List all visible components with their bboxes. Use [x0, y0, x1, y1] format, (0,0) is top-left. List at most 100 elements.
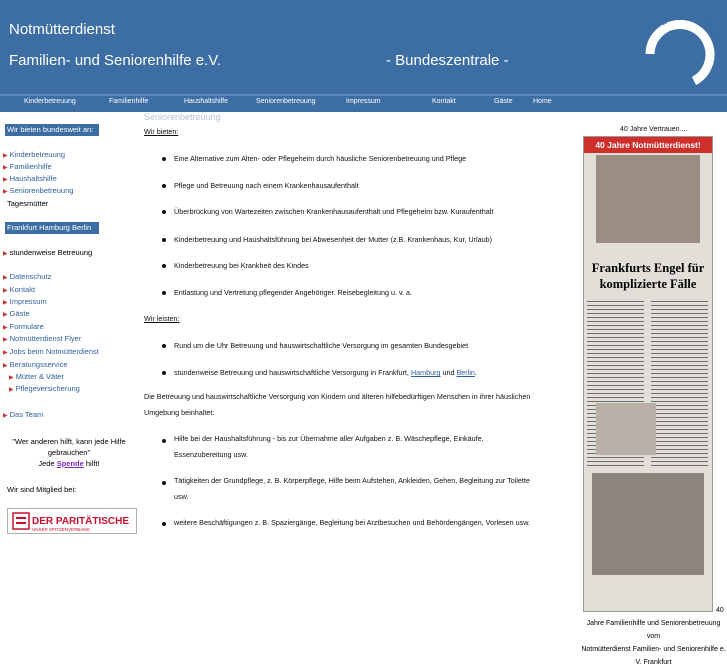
sidebar-link-flyer[interactable]: ▶ Notmütterdienst Flyer: [3, 334, 81, 343]
aside-caption: Jahre Familienhilfe und Seniorenbetreuun…: [581, 620, 726, 666]
sidebar-link-formulare[interactable]: ▶ Formulare: [3, 322, 44, 331]
site-header: Notmütterdienst Familien- und Seniorenhi…: [0, 0, 727, 94]
news-text-column: [651, 301, 708, 467]
anniversary-aside: 40 Jahre Vertrauen.... 40 Jahre Notmütte…: [580, 112, 727, 666]
news-headline: Frankfurts Engel für: [591, 261, 705, 275]
bullet-icon: [162, 238, 166, 242]
nav-familienhilfe[interactable]: Familienhilfe: [109, 98, 148, 105]
arrow-right-icon: ▶: [3, 251, 8, 257]
bullet-icon: [162, 344, 166, 348]
news-photo: [596, 403, 656, 455]
news-photo: [592, 473, 704, 575]
bullet-icon: [162, 439, 166, 443]
newspaper-clipping-image[interactable]: 40 Jahre Notmütterdienst! Frankfurts Eng…: [583, 136, 713, 612]
arrow-right-icon: ▶: [3, 312, 8, 318]
offer-item: Pflege und Betreuung nach einem Krankenh…: [174, 181, 359, 190]
main-content: Seniorenbetreuung Wir bieten: Eine Alter…: [143, 112, 577, 545]
aside-title: 40 Jahre Vertrauen....: [620, 126, 688, 133]
nav-haushaltshilfe[interactable]: Haushaltshilfe: [184, 98, 228, 105]
arrow-right-icon: ▶: [3, 350, 8, 356]
sidebar-link-datenschutz[interactable]: ▶ Datenschutz: [3, 272, 51, 281]
offer-item: Eine Alternative zum Alten- oder Pflegeh…: [174, 154, 467, 163]
sidebar-link-gaeste[interactable]: ▶ Gäste: [3, 309, 30, 318]
bullet-icon: [162, 184, 166, 188]
quote-line: Jede Spende hilft!: [38, 459, 100, 468]
org-tagline: - Bundeszentrale -: [386, 52, 509, 69]
notmuetterdienst-logo[interactable]: NOTMÜTTERDIENST: [636, 10, 721, 90]
paritaetische-logo[interactable]: DER PARITÄTISCHE UNSER SPITZENVERBAND: [7, 508, 137, 534]
org-name: Notmütterdienst: [9, 21, 115, 38]
sidebar-link-team[interactable]: ▶ Das Team: [3, 410, 43, 419]
sidebar-heading-cities: Frankfurt Hamburg Berlin: [5, 222, 99, 234]
arrow-right-icon: ▶: [3, 300, 8, 306]
spende-link[interactable]: Spende: [57, 459, 84, 468]
arrow-right-icon: ▶: [3, 165, 8, 171]
quote-line: "Wer anderen hilft, kann jede Hilfe: [12, 437, 126, 446]
sidebar-tagesmuetter: Tagesmütter: [7, 199, 49, 208]
link-berlin[interactable]: Berlin: [457, 368, 475, 377]
bullet-icon: [162, 157, 166, 161]
arrow-right-icon: ▶: [3, 153, 8, 159]
include-item: Tätigkeiten der Grundpflege, z. B. Körpe…: [174, 476, 530, 501]
membership-label: Wir sind Mitglied bei:: [7, 485, 77, 494]
include-item: weitere Beschäftigungen z. B. Spaziergän…: [174, 518, 531, 527]
bullet-icon: [162, 210, 166, 214]
offer-item: Entlastung und Vertretung pflegender Ang…: [174, 288, 413, 297]
org-subtitle: Familien- und Seniorenhilfe e.V.: [9, 52, 222, 69]
donation-quote: "Wer anderen hilft, kann jede Hilfe gebr…: [4, 436, 134, 469]
services-label: Wir leisten:: [144, 314, 180, 323]
intro-paragraph: Die Betreuung und hauswirtschaftliche Ve…: [144, 392, 531, 417]
arrow-right-icon: ▶: [3, 177, 8, 183]
arrow-right-icon: ▶: [9, 375, 14, 381]
offer-item: Überbrückung von Wartezeiten zwischen Kr…: [174, 207, 494, 216]
quote-line: gebrauchen": [47, 448, 91, 457]
arrow-right-icon: ▶: [3, 413, 8, 419]
logo-graphic: NOTMÜTTERDIENST: [645, 11, 720, 85]
arrow-right-icon: ▶: [3, 325, 8, 331]
bullet-icon: [162, 481, 166, 485]
sidebar-link-seniorenbetreuung[interactable]: ▶ Seniorenbetreuung: [3, 186, 73, 195]
paritaet-sub-text: UNSER SPITZENVERBAND: [32, 527, 91, 532]
bullet-icon: [162, 522, 166, 526]
offer-item: Kinderbetreuung bei Krankheit des Kindes: [174, 261, 309, 270]
nav-seniorenbetreuung[interactable]: Seniorenbetreuung: [256, 98, 316, 105]
bullet-icon: [162, 291, 166, 295]
sidebar-link-haushaltshilfe[interactable]: ▶ Haushaltshilfe: [3, 174, 57, 183]
service-item: Rund um die Uhr Betreuung und hauswirtsc…: [174, 341, 469, 350]
offer-item: Kinderbetreuung und Haushaltsführung bei…: [174, 235, 493, 244]
sidebar-link-familienhilfe[interactable]: ▶ Familienhilfe: [3, 162, 52, 171]
sidebar-link-jobs[interactable]: ▶ Jobs beim Notmütterdienst: [3, 347, 99, 356]
arrow-right-icon: ▶: [3, 275, 8, 281]
paritaetische-graphic: DER PARITÄTISCHE UNSER SPITZENVERBAND: [12, 512, 129, 532]
service-item: stundenweise Betreuung und hauswirtschaf…: [174, 368, 477, 377]
sidebar-sublink-pflegeversicherung[interactable]: ▶ Pflegeversicherung: [9, 384, 80, 393]
arrow-right-icon: ▶: [3, 288, 8, 294]
nav-kinderbetreuung[interactable]: Kinderbetreuung: [24, 98, 76, 105]
sidebar-stundenweise: ▶ stundenweise Betreuung: [3, 248, 93, 257]
paritaet-main-text: DER PARITÄTISCHE: [32, 514, 129, 527]
nav-kontakt[interactable]: Kontakt: [432, 98, 456, 105]
arrow-right-icon: ▶: [3, 337, 8, 343]
arrow-right-icon: ▶: [3, 189, 8, 195]
nav-home[interactable]: Home: [533, 98, 552, 105]
sidebar-sublink-muetter-vaeter[interactable]: ▶ Mütter & Väter: [9, 372, 64, 381]
link-hamburg[interactable]: Hamburg: [411, 368, 441, 377]
news-headline: komplizierte Fälle: [599, 277, 697, 291]
offers-label: Wir bieten:: [144, 127, 179, 136]
arrow-right-icon: ▶: [3, 363, 8, 369]
news-band: 40 Jahre Notmütterdienst!: [584, 137, 712, 153]
bullet-icon: [162, 371, 166, 375]
nav-impressum[interactable]: Impressum: [346, 98, 381, 105]
sidebar-link-kontakt[interactable]: ▶ Kontakt: [3, 285, 35, 294]
bullet-icon: [162, 264, 166, 268]
sidebar-link-impressum[interactable]: ▶ Impressum: [3, 297, 47, 306]
sidebar-link-beratungsservice[interactable]: ▶ Beratungsservice: [3, 360, 68, 369]
news-photo: [596, 155, 700, 243]
nav-gaeste[interactable]: Gäste: [494, 98, 513, 105]
sidebar-heading-bundesweit: Wir bieten bundesweit an:: [5, 124, 99, 136]
aside-years: 40: [716, 607, 724, 614]
page-title: Seniorenbetreuung: [144, 112, 221, 122]
include-item: Hilfe bei der Haushaltsführung - bis zur…: [174, 434, 484, 459]
arrow-right-icon: ▶: [9, 387, 14, 393]
sidebar-link-kinderbetreuung[interactable]: ▶ Kinderbetreuung: [3, 150, 65, 159]
